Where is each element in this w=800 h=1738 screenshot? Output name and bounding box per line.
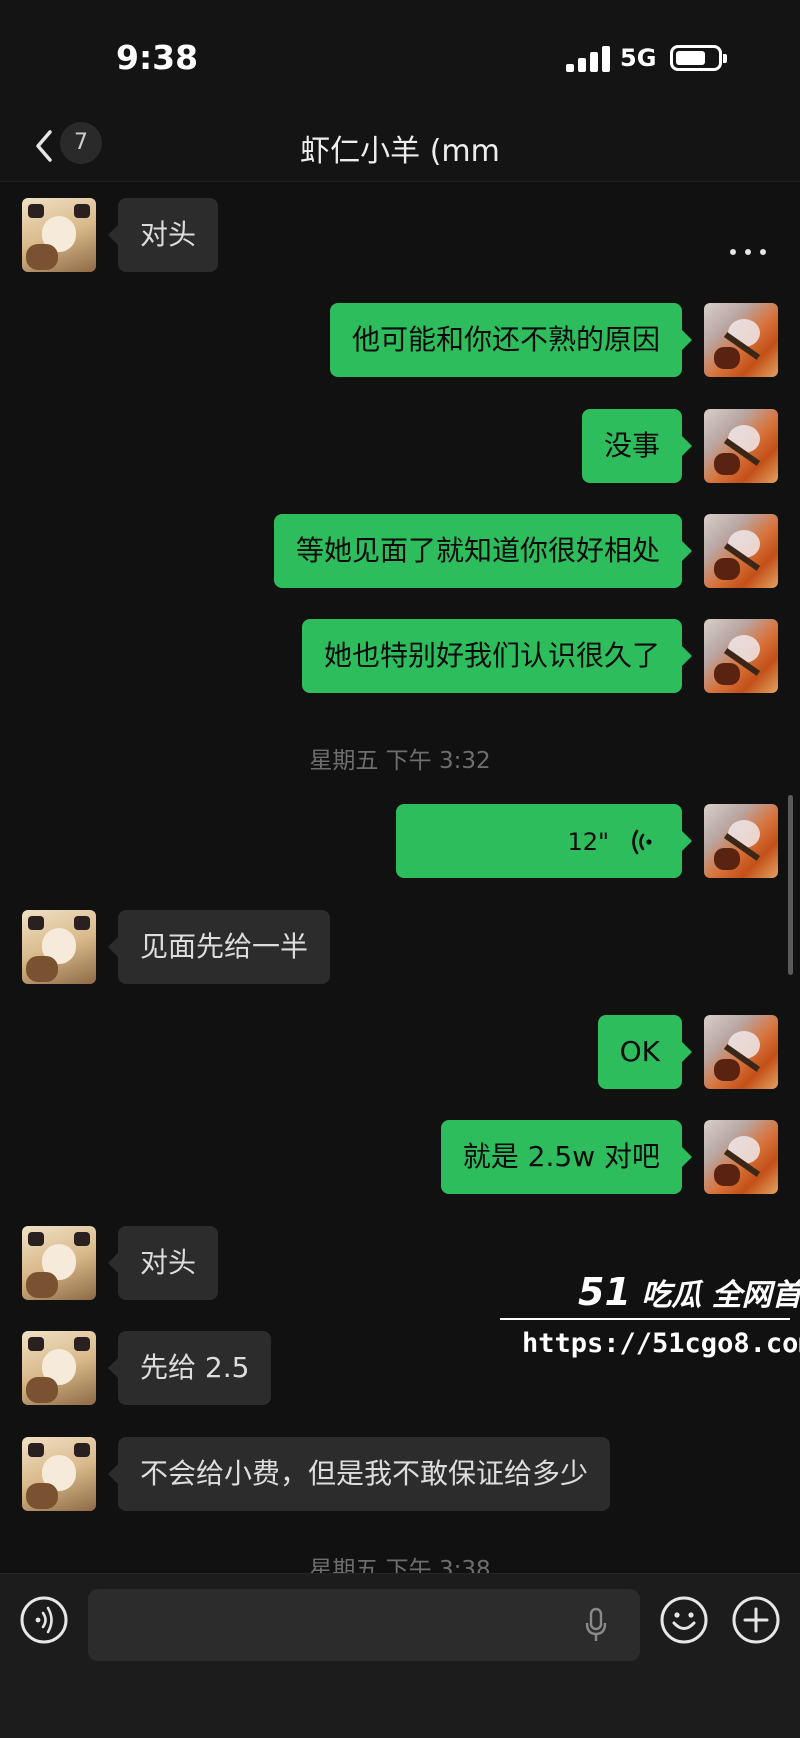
- message-row: 就是 2.5w 对吧: [0, 1120, 800, 1194]
- watermark-url: https://51cgo8.com: [522, 1328, 800, 1359]
- message-row: 她也特别好我们认识很久了: [0, 619, 800, 693]
- contact-avatar[interactable]: [22, 1226, 96, 1300]
- microphone-icon[interactable]: [584, 1607, 608, 1643]
- sent-message[interactable]: OK: [597, 1015, 693, 1089]
- voice-duration: 12": [567, 828, 610, 856]
- sent-message[interactable]: 等她见面了就知道你很好相处: [273, 514, 693, 588]
- received-message[interactable]: 先给 2.5: [107, 1331, 272, 1405]
- unread-count-badge[interactable]: 7: [60, 122, 102, 164]
- message-row: 没事: [0, 409, 800, 483]
- message-row: 他可能和你还不熟的原因: [0, 303, 800, 377]
- battery-fill: [676, 51, 705, 65]
- my-avatar[interactable]: [704, 514, 778, 588]
- watermark-divider: [500, 1318, 790, 1320]
- my-avatar[interactable]: [704, 804, 778, 878]
- contact-avatar[interactable]: [22, 198, 96, 272]
- chevron-left-icon[interactable]: [30, 126, 60, 166]
- message-row: 不会给小费，但是我不敢保证给多少: [0, 1437, 800, 1511]
- voice-toggle-icon[interactable]: [20, 1596, 68, 1644]
- my-avatar[interactable]: [704, 409, 778, 483]
- received-message[interactable]: 不会给小费，但是我不敢保证给多少: [107, 1437, 611, 1511]
- signal-strength-icon: [566, 46, 610, 72]
- emoji-icon[interactable]: [660, 1596, 708, 1644]
- contact-avatar[interactable]: [22, 910, 96, 984]
- chat-title[interactable]: 虾仁小羊 (mm: [200, 126, 600, 170]
- message-row: 见面先给一半: [0, 910, 800, 984]
- battery-icon: [670, 45, 727, 71]
- voice-message[interactable]: 12": [396, 804, 692, 878]
- message-row: 等她见面了就知道你很好相处: [0, 514, 800, 588]
- voice-wave-icon: [632, 829, 652, 855]
- status-bar: 9:38 5G: [0, 0, 800, 110]
- received-message[interactable]: 对头: [107, 198, 219, 272]
- received-message[interactable]: 对头: [107, 1226, 219, 1300]
- my-avatar[interactable]: [704, 1120, 778, 1194]
- scrollbar[interactable]: [788, 795, 793, 975]
- my-avatar[interactable]: [704, 619, 778, 693]
- chat-timestamp: 星期五 下午 3:32: [309, 748, 491, 774]
- watermark: 51 吃瓜 全网首发 https://51cgo8.com: [500, 1270, 800, 1370]
- plus-icon[interactable]: [732, 1596, 780, 1644]
- status-time: 9:38: [116, 38, 199, 77]
- sent-message[interactable]: 没事: [581, 409, 693, 483]
- sent-message[interactable]: 她也特别好我们认识很久了: [301, 619, 693, 693]
- sent-message[interactable]: 就是 2.5w 对吧: [440, 1120, 693, 1194]
- message-row: OK: [0, 1015, 800, 1089]
- contact-avatar[interactable]: [22, 1331, 96, 1405]
- sent-message[interactable]: 他可能和你还不熟的原因: [329, 303, 693, 377]
- message-row: 对头: [0, 198, 800, 272]
- received-message[interactable]: 见面先给一半: [107, 910, 331, 984]
- my-avatar[interactable]: [704, 303, 778, 377]
- chat-timestamp: 星期五 下午 3:38: [309, 1557, 491, 1573]
- input-bar: [0, 1573, 800, 1738]
- watermark-brand: 51 吃瓜 全网首发: [578, 1270, 800, 1314]
- message-row: 12": [0, 804, 800, 878]
- network-type: 5G: [620, 44, 657, 72]
- contact-avatar[interactable]: [22, 1437, 96, 1511]
- my-avatar[interactable]: [704, 1015, 778, 1089]
- message-input[interactable]: [88, 1589, 640, 1661]
